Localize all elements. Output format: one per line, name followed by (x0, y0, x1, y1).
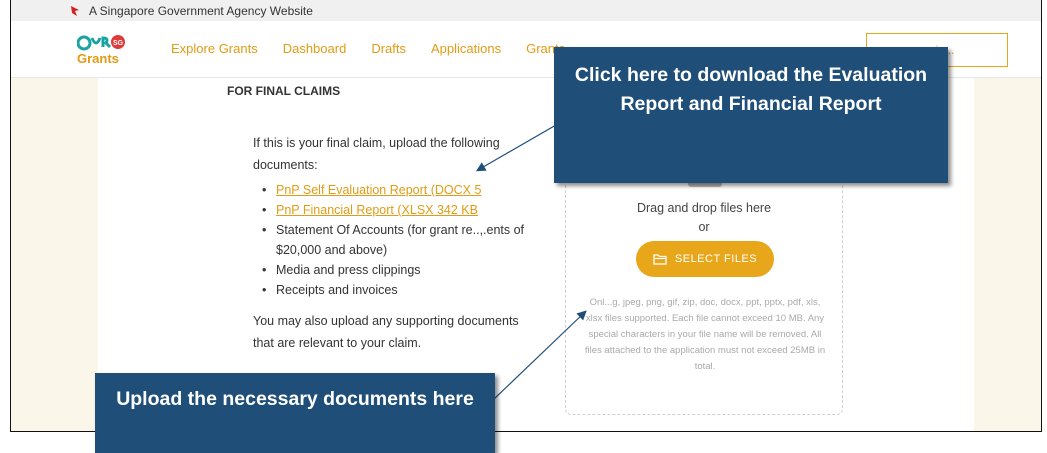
select-files-button[interactable]: SELECT FILES (636, 241, 774, 277)
gov-bar-text: A Singapore Government Agency Website (89, 3, 313, 18)
list-item: Receipts and invoices (260, 280, 540, 300)
nav-explore-grants[interactable]: Explore Grants (171, 41, 258, 56)
gov-bar: A Singapore Government Agency Website (11, 0, 1041, 21)
callout-download-reports: Click here to download the Evaluation Re… (554, 47, 948, 183)
nav-applications[interactable]: Applications (431, 41, 501, 56)
list-item: Media and press clippings (260, 260, 540, 280)
ourgrants-logo[interactable]: SG Grants (77, 34, 135, 66)
intro-text: If this is your final claim, upload the … (253, 136, 500, 172)
logo-badge: SG (113, 40, 124, 47)
nav-drafts[interactable]: Drafts (371, 41, 406, 56)
section-title: FOR FINAL CLAIMS (227, 84, 341, 98)
file-requirements-note: Onl...g, jpeg, png, gif, zip, doc, docx,… (584, 297, 826, 372)
document-list: PnP Self Evaluation Report (DOCX 5 PnP F… (260, 180, 540, 300)
evaluation-report-link[interactable]: PnP Self Evaluation Report (DOCX 5 (276, 183, 481, 197)
main-nav: Explore Grants Dashboard Drafts Applicat… (171, 41, 590, 56)
list-item: PnP Self Evaluation Report (DOCX 5 (260, 180, 540, 200)
logo-text: Grants (77, 51, 119, 66)
support-text: You may also upload any supporting docum… (253, 314, 519, 350)
list-item: Statement Of Accounts (for grant re..,.e… (260, 220, 540, 260)
nav-dashboard[interactable]: Dashboard (283, 41, 347, 56)
folder-icon (653, 254, 667, 265)
select-files-label: SELECT FILES (674, 253, 758, 265)
list-item: PnP Financial Report (XLSX 342 KB (260, 200, 540, 220)
or-text: or (698, 220, 710, 234)
drag-text: Drag and drop files here (636, 201, 772, 215)
callout-upload-documents: Upload the necessary documents here (95, 373, 495, 453)
dropzone-text: Drag and drop files here or (566, 199, 842, 237)
financial-report-link[interactable]: PnP Financial Report (XLSX 342 KB (276, 203, 478, 217)
lion-icon (71, 5, 79, 16)
